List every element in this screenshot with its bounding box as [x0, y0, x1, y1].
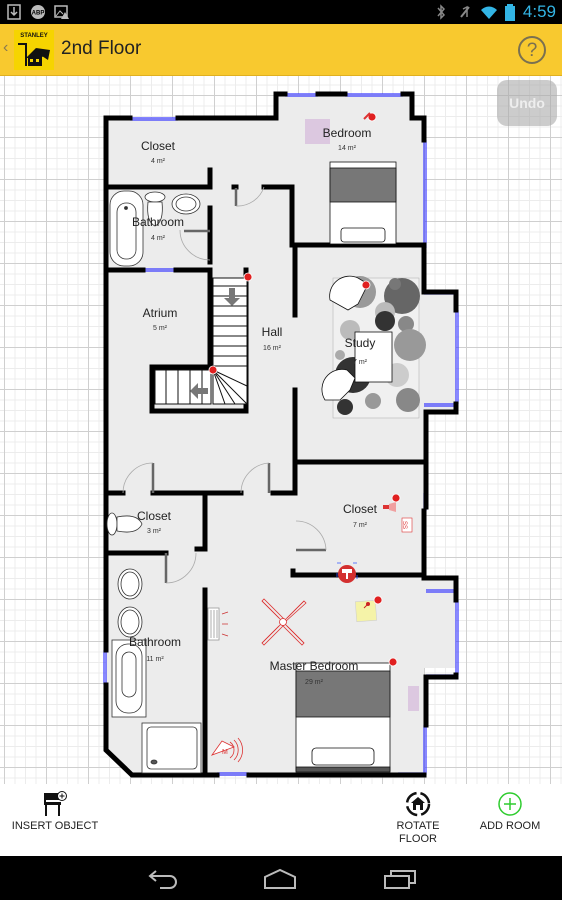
wifi-icon: [480, 6, 497, 19]
room-name: Master Bedroom: [270, 659, 359, 673]
room-name: Atrium: [143, 306, 178, 320]
room-name: Bedroom: [323, 126, 372, 140]
chair-add-icon: [44, 791, 67, 816]
home-icon[interactable]: [262, 866, 298, 890]
smoke-sensor: SS: [401, 517, 413, 533]
room-name: Closet: [137, 509, 172, 523]
shower: [141, 722, 202, 774]
room-area: 5 m²: [153, 325, 168, 332]
room-area: 14 m²: [338, 145, 357, 152]
stanley-logo[interactable]: STANLEY: [14, 30, 54, 70]
room-name: Hall: [262, 325, 283, 339]
page-title: 2nd Floor: [61, 38, 142, 59]
room-area: 4 m²: [151, 235, 166, 242]
room-area: 16 m²: [263, 345, 282, 352]
recents-icon[interactable]: [382, 866, 418, 890]
floor-plan: M SS Closet 4 m² Bedroom 14 m² Bathroom …: [103, 91, 459, 778]
logo-text: STANLEY: [20, 33, 48, 39]
status-bar: ABP 4:59: [0, 0, 562, 24]
room-name: Closet: [141, 139, 176, 153]
back-icon[interactable]: [144, 866, 180, 890]
room-name: Study: [345, 336, 376, 350]
room-name: Bathroom: [132, 215, 184, 229]
mute-icon: [460, 5, 470, 18]
battery-icon: [504, 4, 515, 21]
image-warning-icon: [54, 5, 69, 19]
svg-text:SS: SS: [401, 521, 407, 529]
clock: 4:59: [522, 2, 556, 21]
room-area: 4 m²: [151, 158, 166, 165]
sink: [171, 193, 201, 215]
room-name: Closet: [343, 502, 378, 516]
rotate-floor-label-2: FLOOR: [399, 833, 437, 845]
insert-object-button[interactable]: INSERT OBJECT: [10, 784, 100, 833]
insert-object-label: INSERT OBJECT: [11, 820, 99, 832]
download-icon: [7, 4, 21, 20]
back-chevron-icon[interactable]: ‹: [3, 39, 8, 57]
bottom-toolbar: INSERT OBJECT ROTATE FLOOR ADD ROOM: [0, 784, 562, 856]
rotate-house-icon: [405, 791, 431, 817]
room-area: 7 m²: [353, 522, 368, 529]
adblock-icon: ABP: [31, 5, 45, 19]
undo-button[interactable]: Undo: [497, 80, 557, 126]
radiator: [207, 607, 229, 641]
help-button[interactable]: ?: [518, 36, 546, 64]
rotate-floor-label-1: ROTATE: [396, 820, 440, 832]
sticky-note[interactable]: [355, 600, 377, 622]
room-area: 3 m²: [147, 528, 162, 535]
room-name: Bathroom: [129, 635, 181, 649]
room-area: 7 m²: [353, 359, 368, 366]
add-room-button[interactable]: ADD ROOM: [470, 784, 550, 833]
add-room-label: ADD ROOM: [479, 820, 541, 832]
rotate-floor-button[interactable]: ROTATE FLOOR: [384, 784, 452, 846]
app-bar: ‹ STANLEY 2nd Floor ?: [0, 24, 562, 76]
room-area: 29 m²: [305, 679, 324, 686]
room-area: 11 m²: [146, 656, 164, 663]
bed-small: [329, 161, 397, 245]
navigation-bar: [0, 856, 562, 900]
svg-text:ABP: ABP: [32, 11, 45, 17]
svg-text:M: M: [222, 749, 228, 756]
bluetooth-icon: [437, 4, 445, 20]
rug-pink-2: [408, 686, 419, 711]
add-circle-icon: [498, 792, 522, 816]
bathtub-large: [111, 639, 147, 718]
floor-plan-canvas[interactable]: M SS Closet 4 m² Bedroom 14 m² Bathroom …: [0, 76, 562, 784]
